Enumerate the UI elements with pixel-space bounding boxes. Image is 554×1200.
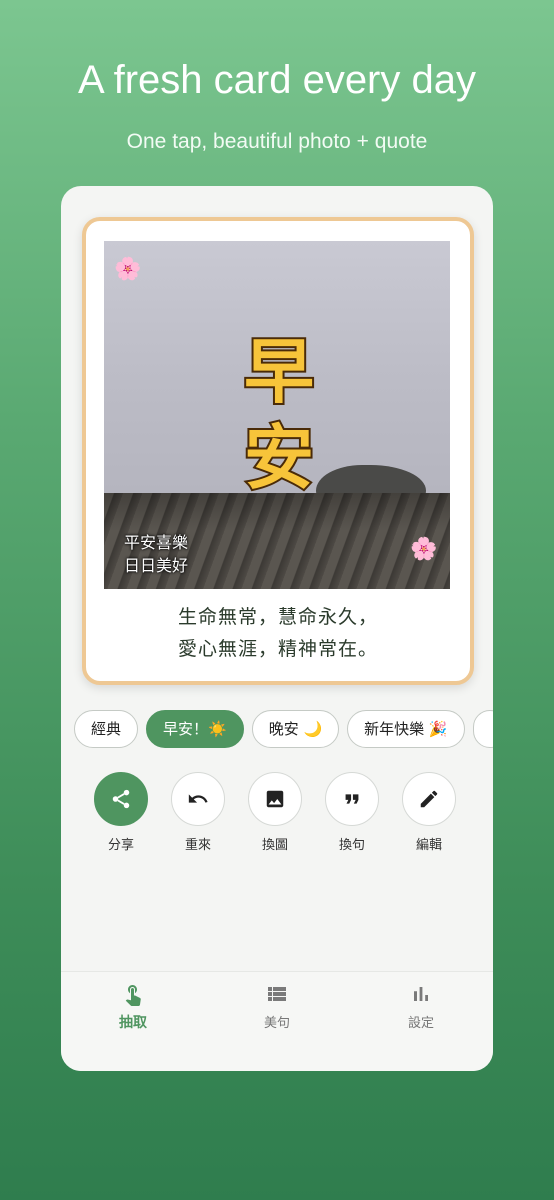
quote-icon xyxy=(345,794,359,804)
change-image-button[interactable]: 換圖 xyxy=(245,772,305,853)
chip-good-night[interactable]: 晚安 🌙 xyxy=(251,710,340,748)
share-icon xyxy=(112,789,130,809)
nav-label-settings: 設定 xyxy=(407,1016,434,1031)
undo-icon xyxy=(188,794,208,803)
card-photo: 🌸 🌸 早 安 平安喜樂 日日美好 xyxy=(104,241,450,589)
share-button[interactable]: 分享 xyxy=(91,772,151,853)
card-title: 早 安 xyxy=(242,328,316,501)
flower-icon: 🌸 xyxy=(410,537,438,562)
tap-hand-icon xyxy=(125,985,141,1006)
nav-item-settings[interactable]: 設定 xyxy=(381,982,461,1031)
nav-item-draw[interactable]: 抽取 xyxy=(93,982,173,1032)
phone-screen: 🌸 🌸 早 安 平安喜樂 日日美好 生命無常，慧命永久， 愛心無涯，精神常在。 … xyxy=(61,186,493,1071)
flower-icon: 🌸 xyxy=(114,257,142,282)
photo-caption: 平安喜樂 日日美好 xyxy=(124,533,189,575)
edit-button[interactable]: 編輯 xyxy=(399,772,459,853)
change-quote-button[interactable]: 換句 xyxy=(322,772,382,853)
nav-item-quotes[interactable]: 美句 xyxy=(237,982,317,1031)
greeting-card[interactable]: 🌸 🌸 早 安 平安喜樂 日日美好 生命無常，慧命永久， 愛心無涯，精神常在。 xyxy=(82,217,474,685)
chip-classic[interactable]: 經典 xyxy=(74,710,139,748)
edit-label: 編輯 xyxy=(415,838,442,853)
card-quote: 生命無常，慧命永久， 愛心無涯，精神常在。 xyxy=(177,606,378,660)
change-quote-label: 換句 xyxy=(338,838,365,853)
change-image-label: 換圖 xyxy=(261,838,288,853)
action-bar: 分享 重來 換圖 換句 編輯 xyxy=(91,772,471,853)
pencil-icon xyxy=(420,790,438,808)
bar-chart-icon xyxy=(414,987,428,1001)
nav-label-quotes: 美句 xyxy=(263,1016,290,1031)
image-icon xyxy=(266,790,284,808)
redo-label: 重來 xyxy=(184,838,211,853)
bottom-nav: 抽取 美句 設定 xyxy=(61,971,493,1071)
nav-label-draw: 抽取 xyxy=(119,1015,147,1031)
chip-more[interactable] xyxy=(472,710,493,748)
list-icon xyxy=(268,987,286,1001)
headline: A fresh card every day xyxy=(78,58,476,102)
redo-button[interactable]: 重來 xyxy=(168,772,228,853)
subline: One tap, beautiful photo + quote xyxy=(126,130,428,153)
category-chips: 經典 早安！☀️ 晚安 🌙 新年快樂 🎉 xyxy=(74,710,493,748)
chip-new-year[interactable]: 新年快樂 🎉 xyxy=(347,710,465,748)
chip-good-morning[interactable]: 早安！☀️ xyxy=(146,710,244,748)
share-label: 分享 xyxy=(107,838,134,853)
